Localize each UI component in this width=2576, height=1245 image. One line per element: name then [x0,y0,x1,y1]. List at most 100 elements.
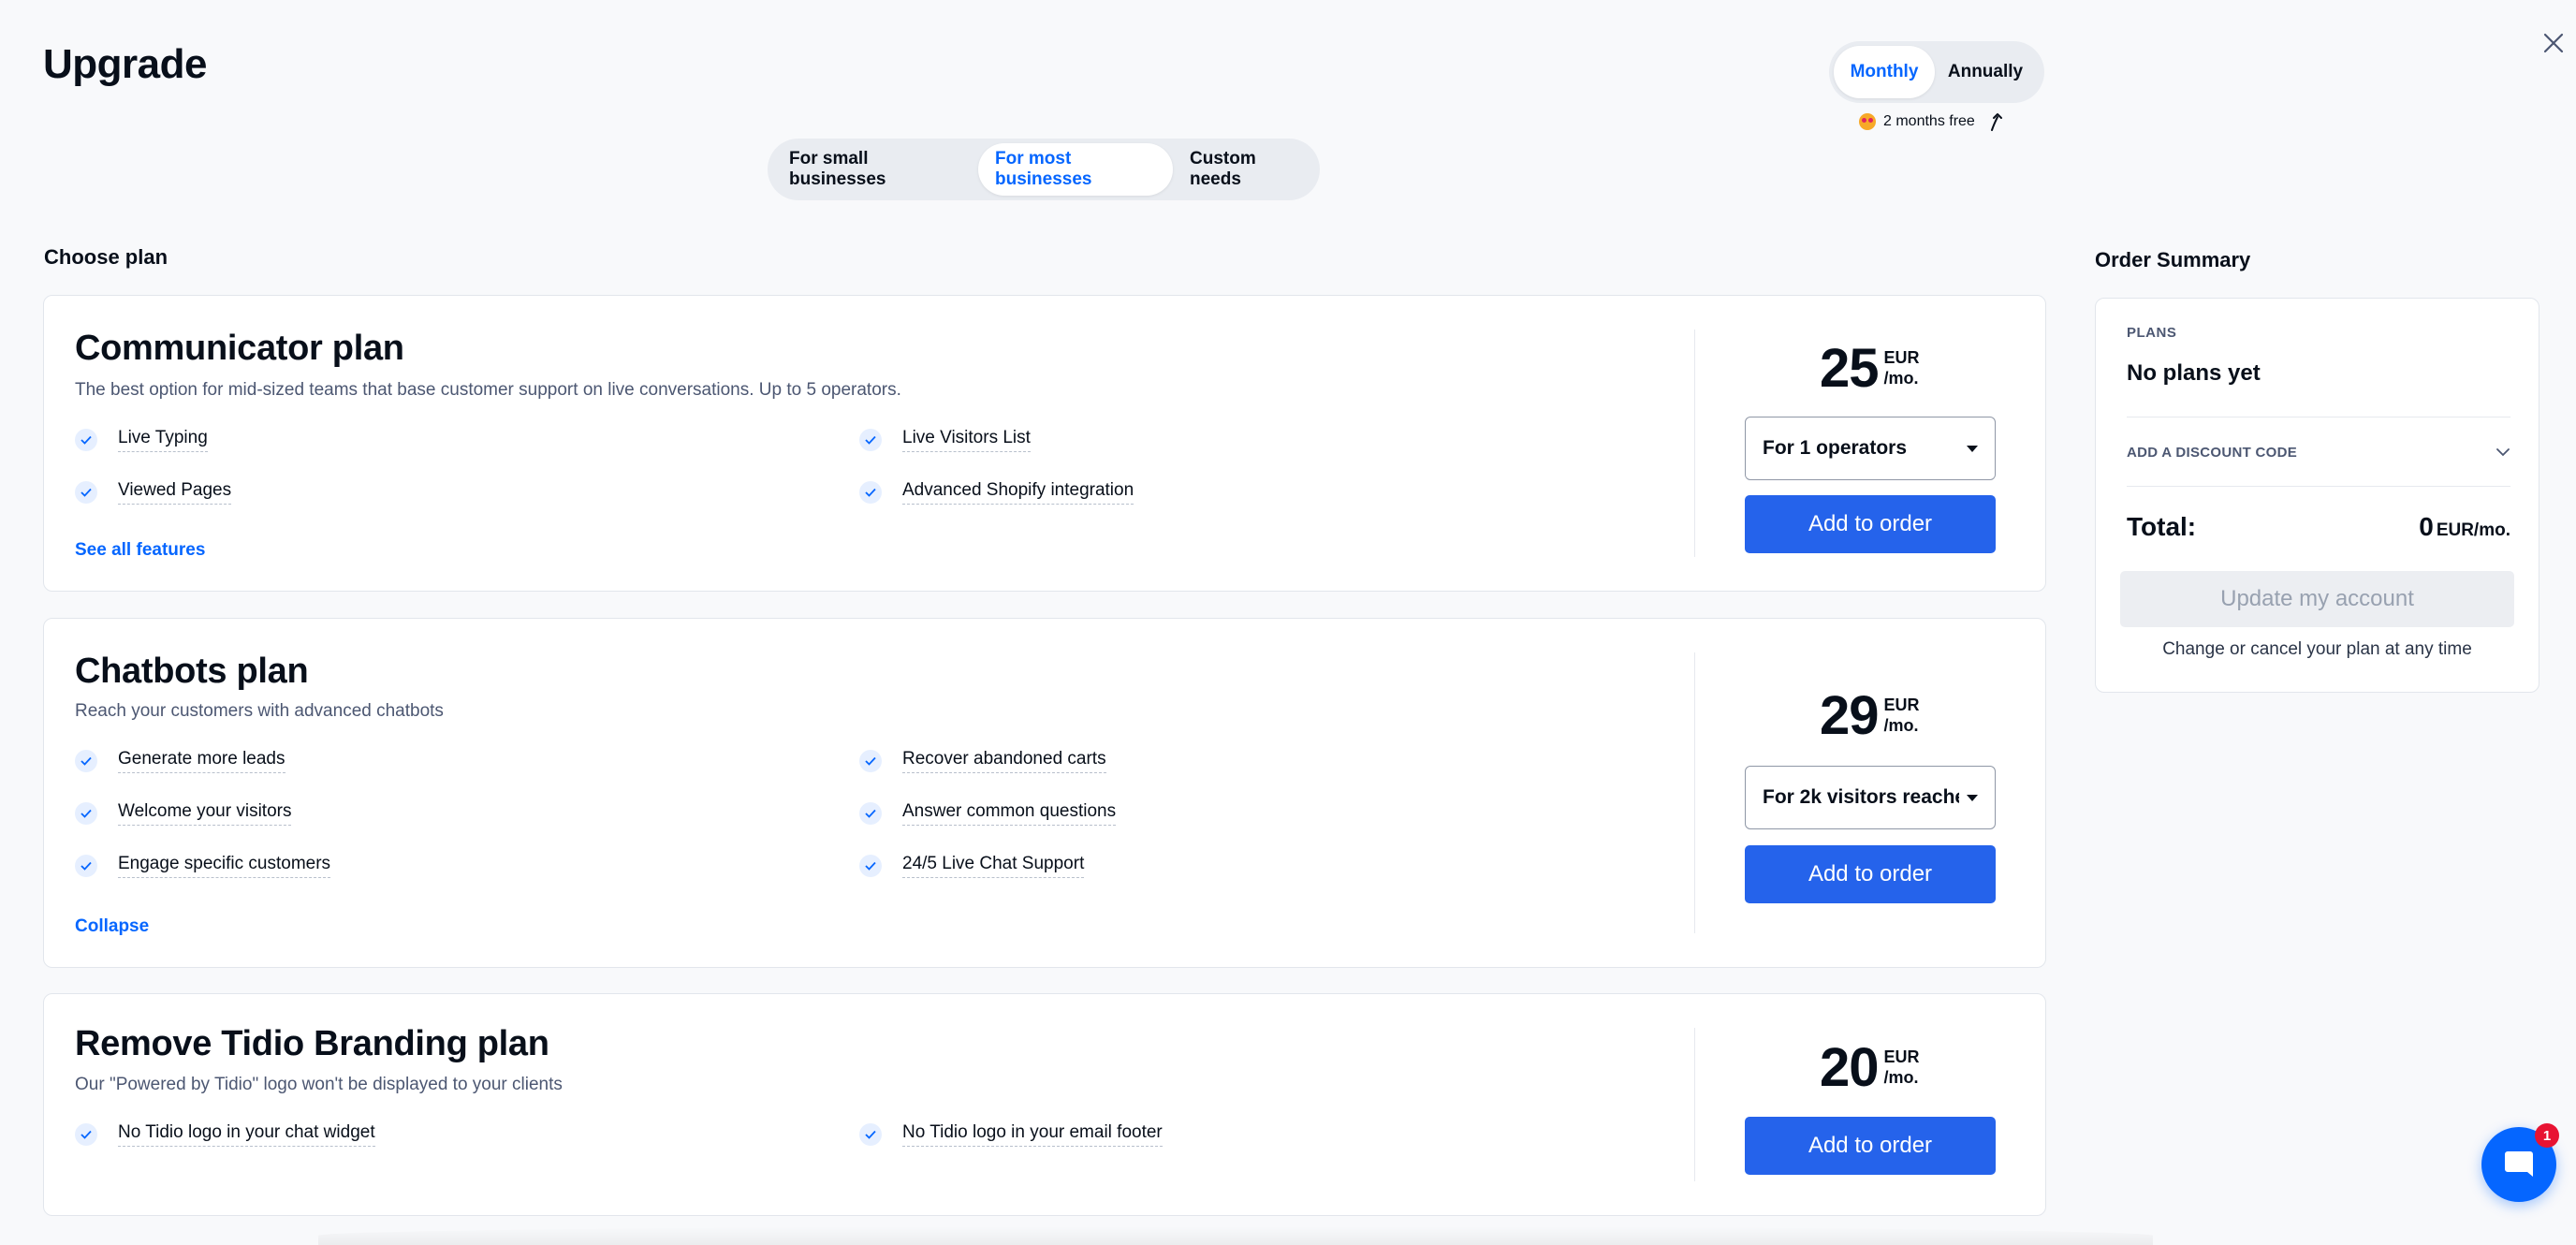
check-icon [75,481,97,504]
annually-option[interactable]: Annually [1935,46,2036,98]
check-icon [75,1123,97,1146]
feature-label: Answer common questions [902,801,1117,826]
tab-custom-needs[interactable]: Custom needs [1173,143,1315,196]
check-icon [75,802,97,825]
card-divider [1694,330,1695,557]
plan-description: Our "Powered by Tidio" logo won't be dis… [75,1075,563,1094]
select-value: For 1 operators [1763,437,1908,459]
operators-select[interactable]: For 1 operators [1745,417,1996,480]
total-amount: 0 [2419,512,2434,541]
plans-label: PLANS [2127,325,2177,341]
monthly-option[interactable]: Monthly [1834,46,1935,98]
feature-item: Welcome your visitors [75,801,292,826]
plan-price: 25 EUR/mo. [1820,337,1920,400]
plan-name: Remove Tidio Branding plan [75,1024,549,1063]
see-all-features-link[interactable]: See all features [75,540,205,561]
feature-item: Answer common questions [859,801,1117,826]
order-summary-panel: PLANS No plans yet ADD A DISCOUNT CODE T… [2095,298,2539,693]
total-unit: EUR/mo. [2436,520,2510,540]
check-icon [859,429,882,451]
cancel-note: Change or cancel your plan at any time [2162,639,2472,659]
plan-name: Chatbots plan [75,652,309,691]
feature-item: Generate more leads [75,749,285,773]
feature-label: 24/5 Live Chat Support [902,854,1085,878]
plan-card-remove-branding: Remove Tidio Branding plan Our "Powered … [43,993,2046,1216]
feature-label: Viewed Pages [118,480,232,505]
collapse-link[interactable]: Collapse [75,916,149,937]
price-period: /mo. [1883,368,1919,388]
card-divider [1694,652,1695,933]
check-icon [859,855,882,877]
feature-label: No Tidio logo in your email footer [902,1122,1163,1147]
check-icon [75,429,97,451]
chevron-down-icon [2496,448,2510,457]
feature-item: No Tidio logo in your email footer [859,1122,1163,1147]
feature-label: Generate more leads [118,749,285,773]
heart-eyes-emoji-icon [1859,113,1876,130]
feature-item: Live Typing [75,428,208,452]
feature-label: Live Visitors List [902,428,1031,452]
feature-label: Engage specific customers [118,854,331,878]
feature-item: Recover abandoned carts [859,749,1106,773]
choose-plan-heading: Choose plan [44,245,168,269]
check-icon [859,481,882,504]
add-to-order-button[interactable]: Add to order [1745,495,1996,553]
total-row: Total: 0 EUR/mo. [2127,512,2510,542]
price-currency: EUR [1883,1047,1920,1066]
feature-label: No Tidio logo in your chat widget [118,1122,375,1147]
notification-badge: 1 [2535,1123,2559,1148]
add-to-order-button[interactable]: Add to order [1745,845,1996,903]
visitors-select[interactable]: For 2k visitors reached [1745,766,1996,829]
feature-label: Advanced Shopify integration [902,480,1134,505]
page-title: Upgrade [43,41,207,87]
no-plans-text: No plans yet [2127,360,2261,386]
discount-label: ADD A DISCOUNT CODE [2127,444,2298,461]
close-icon[interactable] [2543,33,2564,53]
card-divider [1694,1028,1695,1181]
chat-icon [2505,1151,2533,1177]
discount-code-toggle[interactable]: ADD A DISCOUNT CODE [2127,433,2510,471]
price-amount: 20 [1820,1037,1880,1098]
add-to-order-button[interactable]: Add to order [1745,1117,1996,1175]
plan-price: 29 EUR/mo. [1820,684,1920,747]
feature-item: No Tidio logo in your chat widget [75,1122,375,1147]
plan-card-communicator: Communicator plan The best option for mi… [43,295,2046,592]
tab-most-businesses[interactable]: For most businesses [978,143,1173,196]
close-button[interactable] [2537,26,2570,60]
plan-description: Reach your customers with advanced chatb… [75,701,444,721]
feature-label: Recover abandoned carts [902,749,1106,773]
billing-period-toggle: Monthly Annually [1829,41,2044,103]
price-period: /mo. [1883,1067,1919,1087]
update-account-button[interactable]: Update my account [2120,571,2514,627]
feature-label: Live Typing [118,428,208,452]
feature-item: Viewed Pages [75,480,232,505]
tab-small-businesses[interactable]: For small businesses [772,143,978,196]
price-amount: 29 [1820,685,1880,746]
plan-price: 20 EUR/mo. [1820,1036,1920,1099]
feature-item: Advanced Shopify integration [859,480,1134,505]
price-currency: EUR [1883,347,1920,367]
plan-name: Communicator plan [75,329,404,368]
select-value: For 2k visitors reached [1763,786,1959,808]
dropdown-caret-icon [1967,445,1978,452]
feature-item: Live Visitors List [859,428,1031,452]
plan-description: The best option for mid-sized teams that… [75,380,901,400]
total-label: Total: [2127,512,2197,541]
annual-promo: 2 months free [1859,111,2007,132]
business-size-tabs: For small businesses For most businesses… [768,139,1320,200]
dropdown-caret-icon [1967,794,1978,801]
scroll-shadow [318,1226,2153,1245]
check-icon [859,750,882,772]
curved-arrow-icon [1990,113,2002,131]
price-period: /mo. [1883,715,1919,735]
feature-item: Engage specific customers [75,854,331,878]
check-icon [75,750,97,772]
price-amount: 25 [1820,338,1880,399]
price-currency: EUR [1883,695,1920,714]
check-icon [75,855,97,877]
promo-text: 2 months free [1883,113,1975,129]
check-icon [859,802,882,825]
divider [2127,486,2510,487]
plan-card-chatbots: Chatbots plan Reach your customers with … [43,618,2046,968]
order-summary-heading: Order Summary [2095,248,2251,271]
